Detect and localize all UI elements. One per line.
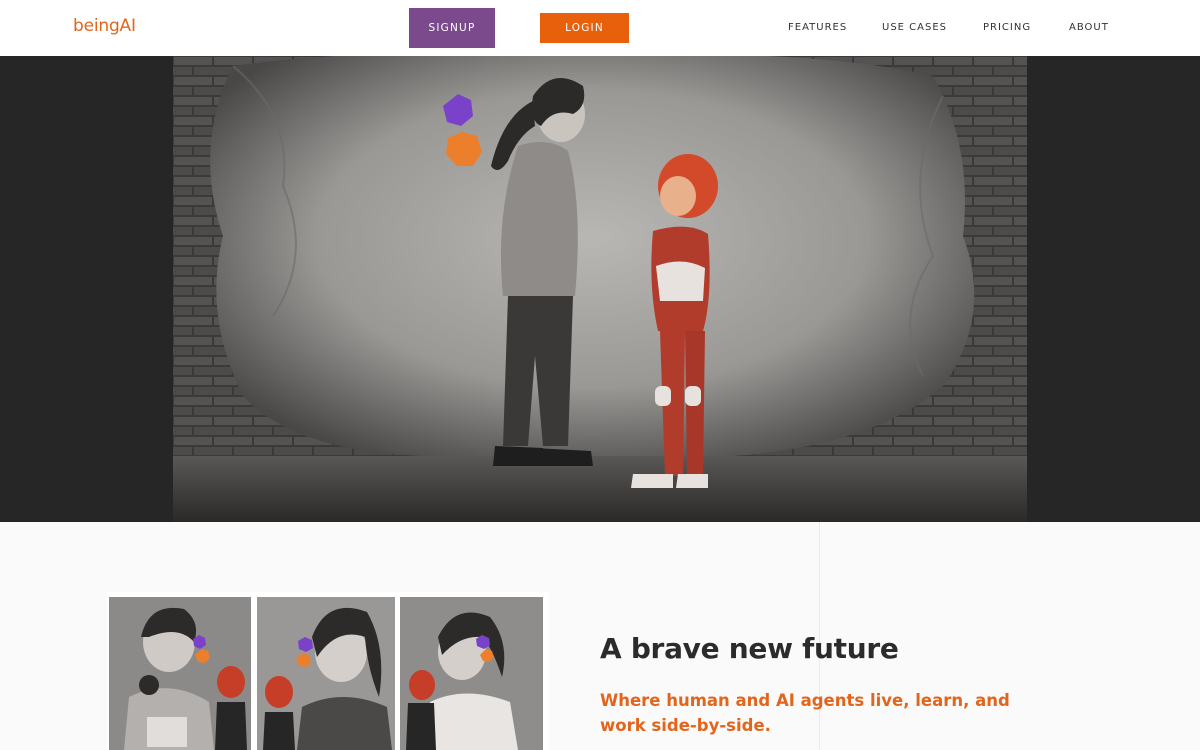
- nav-pricing[interactable]: PRICING: [983, 22, 1031, 33]
- collage-doctor-image: [400, 597, 543, 750]
- collage-woman-image: [257, 597, 395, 750]
- signup-button[interactable]: SIGNUP: [409, 8, 495, 48]
- nav-about[interactable]: ABOUT: [1069, 22, 1109, 33]
- nav-features[interactable]: FEATURES: [788, 22, 847, 33]
- hero-image: [173, 56, 1027, 522]
- intro-collage: [107, 592, 549, 750]
- nav-use-cases[interactable]: USE CASES: [882, 22, 947, 33]
- login-button[interactable]: LOGIN: [540, 13, 629, 43]
- intro-headline: A brave new future: [600, 632, 899, 665]
- hero-section: [0, 56, 1200, 522]
- brand-logo[interactable]: beingAI: [73, 16, 136, 36]
- site-header: beingAI SIGNUP LOGIN FEATURES USE CASES …: [0, 0, 1200, 56]
- intro-subheadline: Where human and AI agents live, learn, a…: [600, 691, 1010, 735]
- collage-student-image: [109, 597, 251, 750]
